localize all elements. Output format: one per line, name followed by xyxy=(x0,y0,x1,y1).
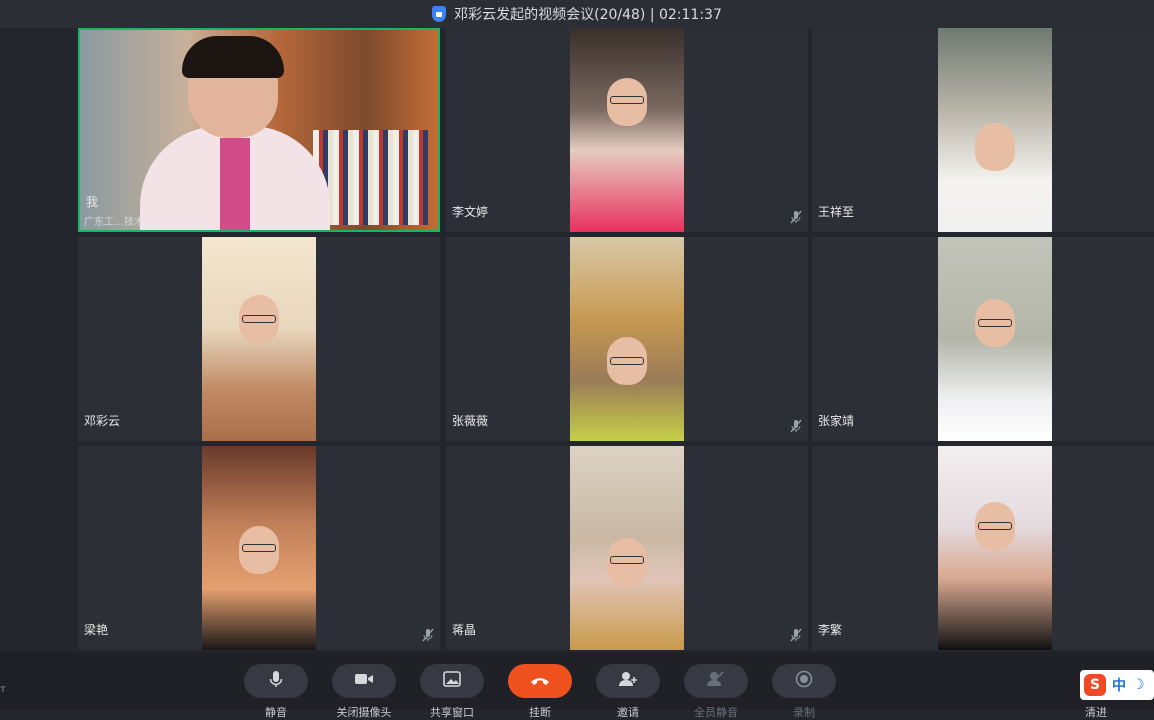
corner-text: т xyxy=(0,684,6,695)
participant-video xyxy=(202,446,316,650)
lock-icon xyxy=(432,6,447,22)
record-icon xyxy=(795,670,813,692)
participant-tile[interactable]: 王祥至 xyxy=(812,28,1154,232)
participant-tile[interactable]: 李繁 xyxy=(812,446,1154,650)
invite-button[interactable] xyxy=(596,664,660,698)
share-window-label: 共享窗口 xyxy=(430,706,474,719)
share-screen-icon xyxy=(443,671,461,691)
participant-video xyxy=(938,28,1052,232)
record-label: 录制 xyxy=(793,706,815,719)
bottom-right-label: 清进 xyxy=(1085,706,1107,719)
hangup-button[interactable] xyxy=(508,664,572,698)
participant-tile[interactable]: 邓彩云 xyxy=(78,237,440,441)
participant-name: 我 xyxy=(86,195,99,209)
ime-mode-label: 中 xyxy=(1112,678,1126,694)
participant-name: 张薇薇 xyxy=(452,414,489,428)
participant-tile[interactable]: 张薇薇 xyxy=(446,237,808,441)
meeting-toolbar: 静音 关闭摄像头 共享窗口 挂断 邀请 全员静音 录制 清进 xyxy=(0,652,1154,719)
mute-label: 静音 xyxy=(265,706,287,719)
camera-icon xyxy=(354,672,374,690)
participant-video xyxy=(570,28,684,232)
meeting-title: 邓彩云发起的视频会议(20/48) | 02:11:37 xyxy=(454,7,722,23)
participant-name: 张家靖 xyxy=(818,414,855,428)
participant-name: 蒋晶 xyxy=(452,623,477,637)
participant-video xyxy=(938,446,1052,650)
participant-tile-self[interactable]: 我 广东工…技术… xyxy=(78,28,440,232)
participant-subtitle: 广东工…技术… xyxy=(84,217,154,228)
microphone-icon xyxy=(269,670,283,692)
mic-muted-icon xyxy=(790,419,802,433)
participant-video xyxy=(570,446,684,650)
participant-tile[interactable]: 蒋晶 xyxy=(446,446,808,650)
camera-label: 关闭摄像头 xyxy=(336,706,392,719)
self-person xyxy=(140,36,330,230)
mic-muted-icon xyxy=(790,210,802,224)
participant-name: 邓彩云 xyxy=(84,414,121,428)
add-user-icon xyxy=(618,671,638,691)
share-window-button[interactable] xyxy=(420,664,484,698)
participant-tile[interactable]: 梁艳 xyxy=(78,446,440,650)
record-button[interactable] xyxy=(772,664,836,698)
invite-label: 邀请 xyxy=(617,706,639,719)
window-title-bar: 邓彩云发起的视频会议(20/48) | 02:11:37 xyxy=(0,0,1154,28)
bookshelf xyxy=(313,130,428,225)
camera-button[interactable] xyxy=(332,664,396,698)
mute-all-label: 全员静音 xyxy=(694,706,738,719)
participant-video xyxy=(570,237,684,441)
participant-name: 李文婷 xyxy=(452,205,489,219)
hangup-label: 挂断 xyxy=(529,706,551,719)
mute-button[interactable] xyxy=(244,664,308,698)
participant-video xyxy=(202,237,316,441)
moon-icon: ☽ xyxy=(1132,677,1145,693)
sogou-logo-icon: S xyxy=(1084,674,1106,696)
participant-name: 王祥至 xyxy=(818,205,855,219)
participant-video xyxy=(938,237,1052,441)
participant-name: 李繁 xyxy=(818,623,843,637)
mic-muted-icon xyxy=(422,628,434,642)
phone-hangup-icon xyxy=(530,672,550,690)
participant-tile[interactable]: 李文婷 xyxy=(446,28,808,232)
mic-muted-icon xyxy=(790,628,802,642)
participant-tile[interactable]: 张家靖 xyxy=(812,237,1154,441)
ime-indicator[interactable]: S 中 ☽ xyxy=(1080,670,1154,700)
participant-name: 梁艳 xyxy=(84,623,109,637)
mute-all-icon xyxy=(706,671,726,691)
mute-all-button[interactable] xyxy=(684,664,748,698)
